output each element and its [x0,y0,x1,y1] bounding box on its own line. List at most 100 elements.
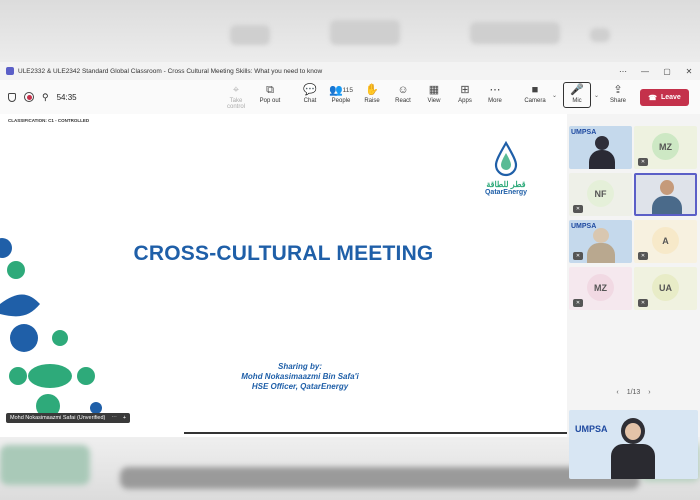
mic-off-icon: ✕ [638,158,648,166]
chat-icon: 💬 [303,84,317,96]
shield-icon[interactable] [8,92,16,102]
sharing-label: Sharing by: [277,362,322,371]
share-button[interactable]: ⇪ Share [604,83,632,104]
view-button[interactable]: ▦ View [420,83,448,104]
teams-meeting-window: ULE2332 & ULE2342 Standard Global Classr… [0,62,700,479]
apps-button[interactable]: ⊞ Apps [451,83,479,104]
mic-options-chevron-icon[interactable]: ⌄ [594,92,599,99]
meeting-timer: 54:35 [56,92,77,102]
participant-tile[interactable]: UMPSA ✕ [569,220,632,263]
take-control-label: Take control [226,98,245,110]
presenter-tag-name: Mohd Nokasimaazmi Safai (Unverified) [10,415,106,421]
title-bar: ULE2332 & ULE2342 Standard Global Classr… [0,62,700,80]
logo-arabic-text: قطر للطاقة [486,180,526,189]
umpsa-logo: UMPSA [571,223,597,230]
gallery-pager: ‹ 1/13 › [567,389,700,396]
view-icon: ▦ [428,84,440,96]
participant-tile[interactable]: MZ ✕ [569,267,632,310]
take-control-button[interactable]: ⌖ Take control [222,83,250,110]
screen-share-divider [184,432,567,434]
react-icon: ☺ [397,84,409,96]
slide-title: CROSS-CULTURAL MEETING [133,242,434,265]
participant-avatar: A [652,227,679,254]
pager-next-icon[interactable]: › [648,389,650,396]
apps-label: Apps [458,98,472,104]
pop-out-label: Pop out [259,98,281,104]
raise-hand-icon: ✋ [365,84,379,96]
more-label: More [488,98,502,104]
minimize-button[interactable]: — [634,67,656,76]
pop-out-icon: ⧉ [266,84,274,96]
people-button[interactable]: 👥115 People [327,83,355,104]
camera-button[interactable]: ■ Camera [521,83,549,104]
camera-label: Camera [524,98,546,104]
tag-add-icon[interactable]: + [123,415,126,421]
pop-out-button[interactable]: ⧉ Pop out [256,83,284,104]
recording-icon [24,92,34,102]
participants-link-icon[interactable]: ⚲ [42,92,49,103]
participant-tile[interactable]: UMPSA [569,126,632,169]
presenter-name-tag[interactable]: Mohd Nokasimaazmi Safai (Unverified) ⋯ + [6,413,131,423]
participant-avatar: UA [652,274,679,301]
participant-gallery: UMPSA MZ ✕ NF ✕ UMPSA ✕ A ✕ MZ ✕ UA ✕ ‹ … [567,114,700,479]
umpsa-logo: UMPSA [571,129,597,136]
participant-body [589,150,615,169]
participant-avatar: MZ [652,133,679,160]
raise-hand-label: Raise [364,98,380,104]
self-view-tile[interactable]: UMPSA [569,410,698,479]
mic-off-icon: ✕ [573,252,583,260]
umpsa-logo: UMPSA [575,424,608,434]
droplet-logo-icon [494,140,518,177]
mic-label: Mic [572,98,582,104]
teams-logo-icon [6,67,14,75]
camera-options-chevron-icon[interactable]: ⌄ [552,92,557,99]
participant-head [593,228,609,243]
participant-tile[interactable]: MZ ✕ [634,126,697,169]
qatarenergy-logo: قطر للطاقة QatarEnergy [476,140,536,196]
react-label: React [395,98,411,104]
more-options-icon[interactable]: ⋯ [612,67,634,76]
mic-off-icon: 🎤 [570,84,584,96]
participant-tile[interactable]: NF ✕ [569,173,632,216]
window-title: ULE2332 & ULE2342 Standard Global Classr… [18,67,323,75]
participant-body [587,243,615,263]
mic-off-icon: ✕ [573,299,583,307]
participant-body [652,196,682,214]
share-label: Share [609,98,626,104]
meeting-toolbar: ⚲ 54:35 ⌖ Take control ⧉ Pop out 💬 Chat … [0,80,700,115]
mic-button[interactable]: 🎤 Mic [563,82,591,108]
participant-avatar: NF [587,180,614,207]
chat-button[interactable]: 💬 Chat [296,83,324,104]
leave-label: Leave [660,94,681,101]
participant-face [625,423,641,440]
shared-screen-stage: CLASSIFICATION: C1 - CONTROLLED قطر للطا… [0,114,567,434]
pager-prev-icon[interactable]: ‹ [616,389,618,396]
mic-off-icon: ✕ [573,205,583,213]
chat-label: Chat [303,98,317,104]
view-label: View [427,98,441,104]
participant-body [611,444,655,479]
presenter-name: Mohd Nokasimaazmi Bin Safa'i [241,372,359,381]
participant-tile[interactable]: A ✕ [634,220,697,263]
more-button[interactable]: ⋯ More [481,83,509,104]
classification-label: CLASSIFICATION: C1 - CONTROLLED [8,118,90,123]
share-icon: ⇪ [613,84,623,96]
people-icon: 👥 [328,84,343,97]
participant-tile[interactable]: UA ✕ [634,267,697,310]
logo-name-text: QatarEnergy [484,189,528,196]
blurred-background-top [0,0,700,62]
maximize-button[interactable]: ▢ [656,67,678,76]
leave-button[interactable]: ☎ Leave [640,89,689,106]
participant-head [595,136,609,150]
pager-text: 1/13 [626,389,641,396]
presenter-credit: Sharing by: Mohd Nokasimaazmi Bin Safa'i… [200,362,400,392]
tag-more-icon[interactable]: ⋯ [111,415,117,421]
react-button[interactable]: ☺ React [389,83,417,104]
more-icon: ⋯ [489,84,501,96]
mic-off-icon: ✕ [638,252,648,260]
people-count: 115 [342,87,354,94]
participant-tile-active-speaker[interactable] [634,173,697,216]
participant-head [660,180,674,195]
close-button[interactable]: ✕ [678,67,700,76]
raise-hand-button[interactable]: ✋ Raise [358,83,386,104]
